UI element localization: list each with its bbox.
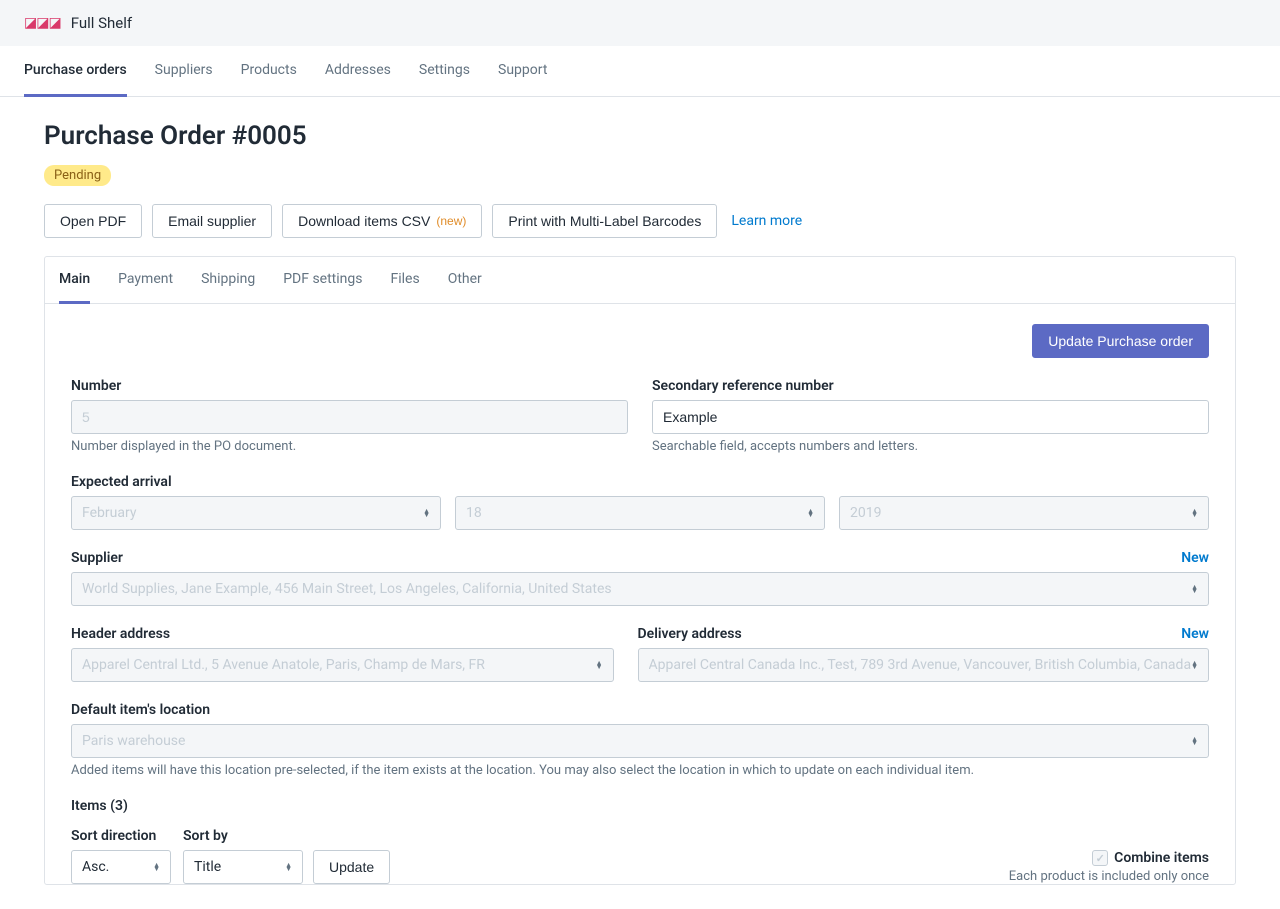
action-row: Open PDF Email supplier Download items C… — [44, 204, 1236, 238]
number-help: Number displayed in the PO document. — [71, 439, 628, 454]
number-label: Number — [71, 378, 628, 394]
sort-by-value: Title — [194, 859, 221, 875]
sort-by-label: Sort by — [183, 828, 303, 844]
sort-update-button[interactable]: Update — [313, 850, 390, 884]
main-card: Main Payment Shipping PDF settings Files… — [44, 256, 1236, 885]
expected-arrival-label: Expected arrival — [71, 474, 1209, 490]
new-badge: (new) — [436, 214, 466, 228]
month-select[interactable]: February ▲▼ — [71, 496, 441, 530]
default-location-select[interactable]: Paris warehouse ▲▼ — [71, 724, 1209, 758]
default-location-label: Default item's location — [71, 702, 1209, 718]
delivery-address-value: Apparel Central Canada Inc., Test, 789 3… — [649, 657, 1192, 673]
chevron-updown-icon: ▲▼ — [1191, 661, 1198, 669]
sort-by-select[interactable]: Title ▲▼ — [183, 850, 303, 884]
main-nav: Purchase orders Suppliers Products Addre… — [0, 46, 1280, 97]
new-supplier-link[interactable]: New — [1181, 550, 1209, 566]
default-location-value: Paris warehouse — [82, 733, 185, 749]
day-value: 18 — [466, 505, 482, 521]
email-supplier-button[interactable]: Email supplier — [152, 204, 272, 238]
header-address-select[interactable]: Apparel Central Ltd., 5 Avenue Anatole, … — [71, 648, 614, 682]
open-pdf-button[interactable]: Open PDF — [44, 204, 142, 238]
sub-tabs: Main Payment Shipping PDF settings Files… — [45, 257, 1235, 304]
items-header: Items (3) — [71, 798, 1209, 814]
chevron-updown-icon: ▲▼ — [1191, 585, 1198, 593]
new-delivery-address-link[interactable]: New — [1181, 626, 1209, 642]
tab-shipping[interactable]: Shipping — [201, 257, 255, 304]
combine-items-label: Combine items — [1114, 850, 1209, 866]
sort-direction-select[interactable]: Asc. ▲▼ — [71, 850, 171, 884]
secondary-ref-label: Secondary reference number — [652, 378, 1209, 394]
chevron-updown-icon: ▲▼ — [285, 863, 292, 871]
supplier-value: World Supplies, Jane Example, 456 Main S… — [82, 581, 612, 597]
checkbox-icon[interactable]: ✓ — [1092, 850, 1108, 866]
update-po-button[interactable]: Update Purchase order — [1032, 324, 1209, 358]
default-location-help: Added items will have this location pre-… — [71, 763, 1209, 778]
supplier-select[interactable]: World Supplies, Jane Example, 456 Main S… — [71, 572, 1209, 606]
nav-purchase-orders[interactable]: Purchase orders — [24, 46, 127, 97]
print-barcodes-button[interactable]: Print with Multi-Label Barcodes — [492, 204, 717, 238]
download-csv-button[interactable]: Download items CSV (new) — [282, 204, 482, 238]
chevron-updown-icon: ▲▼ — [807, 509, 814, 517]
top-bar: ◪◪◪ Full Shelf — [0, 0, 1280, 46]
number-input — [71, 400, 628, 434]
header-address-label: Header address — [71, 626, 614, 642]
tab-payment[interactable]: Payment — [118, 257, 173, 304]
year-value: 2019 — [850, 505, 881, 521]
chevron-updown-icon: ▲▼ — [1191, 737, 1198, 745]
sort-direction-value: Asc. — [82, 859, 109, 875]
tab-files[interactable]: Files — [390, 257, 419, 304]
sort-direction-label: Sort direction — [71, 828, 171, 844]
chevron-updown-icon: ▲▼ — [423, 509, 430, 517]
page-title: Purchase Order #0005 — [44, 121, 1236, 151]
tab-main[interactable]: Main — [59, 257, 90, 304]
learn-more-link[interactable]: Learn more — [731, 213, 802, 229]
sort-row: Sort direction Asc. ▲▼ Sort by Title ▲▼ … — [71, 828, 1209, 884]
delivery-address-select[interactable]: Apparel Central Canada Inc., Test, 789 3… — [638, 648, 1209, 682]
nav-products[interactable]: Products — [241, 46, 297, 97]
header-address-value: Apparel Central Ltd., 5 Avenue Anatole, … — [82, 657, 485, 673]
supplier-label: Supplier — [71, 550, 123, 566]
chevron-updown-icon: ▲▼ — [153, 863, 160, 871]
tab-other[interactable]: Other — [448, 257, 482, 304]
nav-support[interactable]: Support — [498, 46, 547, 97]
download-csv-label: Download items CSV — [298, 213, 430, 229]
secondary-ref-input[interactable] — [652, 400, 1209, 434]
delivery-address-label: Delivery address — [638, 626, 742, 642]
secondary-ref-help: Searchable field, accepts numbers and le… — [652, 439, 1209, 454]
combine-items-help: Each product is included only once — [1009, 869, 1209, 884]
nav-suppliers[interactable]: Suppliers — [155, 46, 213, 97]
year-select[interactable]: 2019 ▲▼ — [839, 496, 1209, 530]
app-name: Full Shelf — [71, 14, 132, 32]
day-select[interactable]: 18 ▲▼ — [455, 496, 825, 530]
nav-addresses[interactable]: Addresses — [325, 46, 391, 97]
nav-settings[interactable]: Settings — [419, 46, 470, 97]
chevron-updown-icon: ▲▼ — [1191, 509, 1198, 517]
chevron-updown-icon: ▲▼ — [596, 661, 603, 669]
app-logo-icon: ◪◪◪ — [24, 15, 61, 31]
status-badge: Pending — [44, 165, 111, 186]
tab-pdf-settings[interactable]: PDF settings — [283, 257, 362, 304]
month-value: February — [82, 505, 136, 521]
